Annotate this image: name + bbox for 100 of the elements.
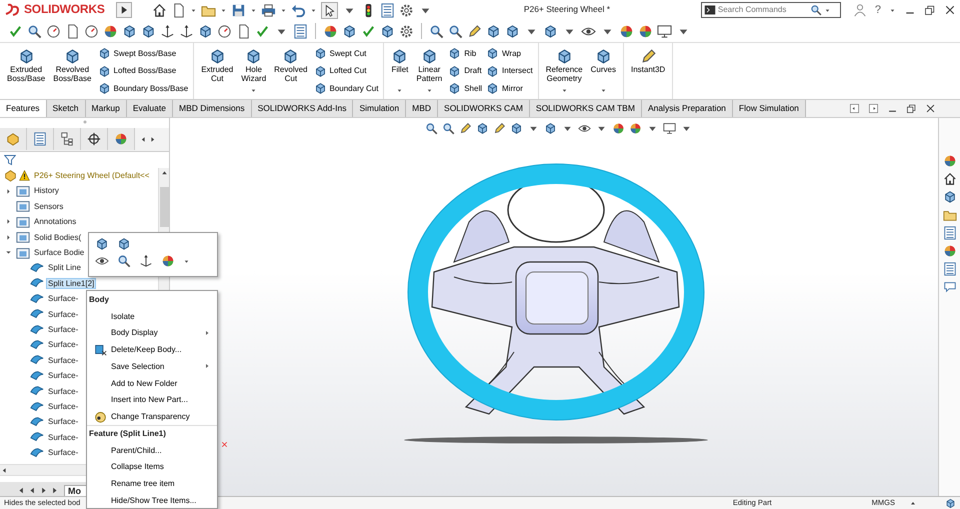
print-icon[interactable] [261, 2, 276, 18]
list-icon[interactable] [942, 262, 956, 276]
tree-item[interactable]: Annotations [32, 216, 78, 228]
color-ball-icon[interactable] [619, 24, 634, 38]
menu-item[interactable]: Isolate [87, 308, 217, 325]
tree-item[interactable]: History [32, 185, 61, 197]
filter-icon[interactable] [4, 154, 16, 166]
expand-button[interactable] [116, 2, 132, 18]
color-ball-icon[interactable] [161, 254, 175, 268]
ribbon-button[interactable]: Swept Cut [314, 46, 378, 61]
ribbon-button[interactable]: Linear Pattern [414, 45, 444, 97]
search-icon[interactable] [425, 122, 438, 134]
caret-icon[interactable] [310, 6, 317, 14]
ribbon-button[interactable]: Mirror [486, 81, 533, 96]
menu-item[interactable]: Collapse Items [87, 458, 217, 476]
scrollbar-thumb[interactable] [160, 187, 168, 227]
cube-icon[interactable] [141, 24, 156, 38]
caret-icon[interactable] [250, 6, 257, 14]
cube-icon[interactable] [342, 24, 357, 38]
caret-icon[interactable] [183, 258, 190, 264]
ribbon-button[interactable]: Boundary Boss/Base [98, 81, 188, 96]
list-icon[interactable] [380, 2, 395, 18]
menu-item[interactable]: Add to New Folder [87, 374, 217, 392]
ribbon-button[interactable]: Shell [448, 81, 482, 96]
ribbon-button[interactable]: Extruded Cut [199, 45, 236, 97]
color-ball-icon[interactable] [103, 24, 118, 38]
ribbon-button[interactable]: Intersect [486, 64, 533, 78]
close-icon[interactable] [944, 4, 956, 16]
ribbon-tab[interactable]: Sketch [46, 100, 86, 117]
color-ball-icon[interactable] [612, 122, 625, 134]
axes-icon[interactable] [179, 24, 194, 38]
menu-item[interactable]: Change Transparency [87, 408, 217, 425]
menu-item[interactable]: Rename tree item [87, 475, 217, 492]
gauge-icon[interactable] [84, 24, 99, 38]
cube-icon[interactable] [543, 24, 558, 38]
select-tool-button[interactable] [321, 2, 338, 18]
ribbon-button[interactable]: Curves [588, 45, 618, 97]
cube-icon[interactable] [942, 190, 956, 204]
ribbon-button[interactable]: Hole Wizard [239, 45, 268, 97]
cube-icon[interactable] [380, 24, 395, 38]
caret-icon[interactable] [190, 6, 197, 14]
ribbon-button[interactable]: Lofted Boss/Base [98, 64, 188, 78]
cube-icon[interactable] [117, 237, 131, 251]
tree-item[interactable]: Surface- [46, 400, 80, 412]
axes-icon[interactable] [160, 24, 175, 38]
color-ball-icon[interactable] [942, 244, 956, 258]
ribbon-tab[interactable]: Features [0, 100, 47, 117]
cube-icon[interactable] [198, 24, 213, 38]
ribbon-tab[interactable]: MBD [406, 100, 438, 117]
ribbon-button[interactable]: Extruded Boss/Base [5, 45, 48, 97]
list-icon[interactable] [942, 226, 956, 240]
tree-item[interactable]: Surface- [46, 386, 80, 397]
menu-item[interactable]: Save Selection [87, 358, 217, 375]
restore-icon[interactable] [924, 4, 936, 16]
ribbon-button[interactable]: Wrap [486, 46, 533, 61]
axes-icon[interactable] [139, 254, 153, 268]
home-icon[interactable] [942, 172, 956, 186]
search-icon[interactable] [117, 254, 131, 268]
search-icon[interactable] [442, 122, 455, 134]
cube-icon[interactable] [505, 24, 520, 38]
ribbon-tab[interactable]: SOLIDWORKS CAM [438, 100, 530, 117]
ribbon-button[interactable]: Revolved Boss/Base [51, 45, 94, 97]
ribbon-button[interactable]: Swept Boss/Base [98, 46, 188, 61]
tree-item[interactable]: Surface- [46, 308, 80, 320]
tree-item[interactable]: Split Line1[2] [46, 278, 96, 290]
search-field[interactable]: Search Commands [700, 2, 841, 18]
ribbon-tab[interactable]: SOLIDWORKS Add-Ins [252, 100, 354, 117]
cube-icon[interactable] [95, 237, 109, 251]
search-icon[interactable] [429, 24, 444, 38]
ribbon-tab[interactable]: Flow Simulation [732, 100, 806, 117]
tile-left-icon[interactable] [849, 103, 860, 114]
ribbon-button[interactable]: Instant3D [628, 45, 668, 97]
ribbon-button[interactable]: Fillet [389, 45, 410, 97]
tree-item[interactable]: Surface- [46, 416, 80, 428]
color-ball-icon[interactable] [638, 24, 653, 38]
ribbon-tab[interactable]: Evaluate [126, 100, 173, 117]
cube-icon[interactable] [122, 24, 137, 38]
panel-tab[interactable] [81, 128, 108, 150]
caret-icon[interactable] [280, 6, 287, 14]
tree-item[interactable]: Surface- [46, 432, 80, 443]
pencil-icon[interactable] [459, 122, 472, 134]
cube-icon[interactable] [476, 122, 489, 134]
tree-item[interactable]: Solid Bodies( [32, 232, 84, 243]
save-icon[interactable] [231, 2, 246, 18]
tree-item[interactable]: P26+ Steering Wheel (Default<< [32, 170, 152, 182]
settings-icon[interactable] [399, 24, 414, 38]
home-icon[interactable] [152, 2, 167, 18]
monitor-icon[interactable] [657, 24, 672, 38]
checkmark-icon[interactable] [255, 24, 270, 38]
grip-icon[interactable] [80, 118, 88, 126]
gauge-icon[interactable] [217, 24, 232, 38]
cube-icon[interactable] [945, 498, 956, 508]
menu-item[interactable]: Body Display [87, 324, 217, 342]
caret-icon[interactable] [889, 6, 896, 14]
ribbon-tab[interactable]: MBD Dimensions [172, 100, 252, 117]
tree-item[interactable]: Surface- [46, 447, 80, 458]
color-ball-icon[interactable] [323, 24, 338, 38]
cube-icon[interactable] [486, 24, 501, 38]
pencil-icon[interactable] [493, 122, 506, 134]
ribbon-tab[interactable]: Simulation [353, 100, 406, 117]
